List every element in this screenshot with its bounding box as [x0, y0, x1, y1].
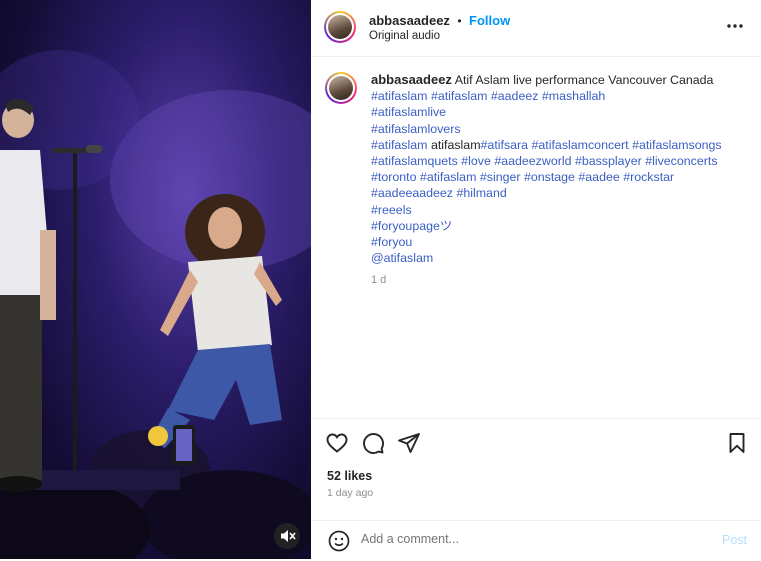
hashtag-list: #atifaslam #atifaslam #aadeez #mashallah…: [371, 88, 741, 266]
caption-line: #atifaslamlive: [371, 104, 741, 120]
hashtag-link[interactable]: #reeels: [371, 203, 412, 217]
emoji-button[interactable]: [327, 529, 351, 553]
audio-label[interactable]: Original audio: [369, 30, 440, 42]
hashtag-link[interactable]: @atifaslam: [371, 251, 433, 265]
caption-line: #foryoupageツ: [371, 218, 741, 234]
hashtag-link[interactable]: #atifaslamconcert: [532, 138, 629, 152]
hashtag-link[interactable]: #aadeeaadeez: [371, 186, 453, 200]
caption-word: atifaslam: [430, 137, 481, 152]
hashtag-link[interactable]: #singer: [480, 170, 521, 184]
post-video[interactable]: [0, 0, 311, 559]
post-header: abbasaadeez • Follow Original audio: [311, 0, 761, 57]
caption-line: #reeels: [371, 202, 741, 218]
mute-button[interactable]: [274, 523, 300, 549]
caption-line: #atifaslam atifaslam#atifsara #atifaslam…: [371, 137, 741, 153]
caption-line: #toronto #atifaslam #singer #onstage #aa…: [371, 169, 741, 185]
share-button[interactable]: [397, 431, 421, 455]
post-panel: abbasaadeez • Follow Original audio abba…: [311, 0, 761, 559]
hashtag-link[interactable]: #foryou: [371, 235, 412, 249]
heart-icon: [326, 433, 348, 453]
hashtag-link[interactable]: #atifaslam: [371, 138, 427, 152]
hashtag-link[interactable]: #atifaslamlive: [371, 105, 446, 119]
separator-dot: •: [457, 14, 462, 28]
like-button[interactable]: [325, 431, 349, 455]
hashtag-link[interactable]: #foryoupageツ: [371, 219, 452, 233]
mute-icon: [281, 530, 296, 542]
caption-line: #atifaslam #atifaslam #aadeez #mashallah: [371, 88, 741, 104]
comment-input[interactable]: [361, 532, 661, 546]
caption-avatar[interactable]: [325, 72, 357, 104]
bookmark-icon: [729, 433, 745, 453]
caption-time[interactable]: 1 d: [371, 272, 741, 288]
more-options-icon: [727, 24, 743, 28]
likes-count[interactable]: 52 likes: [327, 469, 372, 483]
author-username[interactable]: abbasaadeez: [369, 13, 450, 28]
share-icon: [398, 433, 420, 453]
post-actions: 52 likes 1 day ago Post: [311, 418, 761, 560]
comment-bar: Post: [311, 520, 761, 561]
caption-line: #atifaslamquets #love #aadeezworld #bass…: [371, 153, 741, 169]
hashtag-link[interactable]: #atifaslam: [371, 89, 427, 103]
caption-text: abbasaadeez Atif Aslam live performance …: [371, 72, 741, 289]
hashtag-link[interactable]: #atifsara: [481, 138, 529, 152]
caption-line: #aadeeaadeez #hilmand: [371, 185, 741, 201]
post-comment-button[interactable]: Post: [722, 533, 747, 547]
hashtag-link[interactable]: #love: [461, 154, 491, 168]
caption-body: Atif Aslam live performance Vancouver Ca…: [454, 73, 714, 87]
caption-line: #foryou: [371, 234, 741, 250]
follow-button[interactable]: Follow: [469, 13, 510, 28]
more-options-button[interactable]: [725, 16, 745, 36]
avatar[interactable]: [324, 11, 356, 43]
hashtag-link[interactable]: #aadeez: [491, 89, 539, 103]
emoji-icon: [328, 530, 350, 552]
hashtag-link[interactable]: #atifaslamquets: [371, 154, 458, 168]
caption-username[interactable]: abbasaadeez: [371, 72, 452, 87]
hashtag-link[interactable]: #onstage: [524, 170, 575, 184]
hashtag-link[interactable]: #hilmand: [456, 186, 506, 200]
comment-button[interactable]: [361, 431, 385, 455]
hashtag-link[interactable]: #atifaslamlovers: [371, 122, 461, 136]
post-age[interactable]: 1 day ago: [327, 487, 373, 499]
caption: abbasaadeez Atif Aslam live performance …: [325, 72, 745, 412]
hashtag-link[interactable]: #aadeezworld: [494, 154, 571, 168]
caption-line: #atifaslamlovers: [371, 121, 741, 137]
hashtag-link[interactable]: #atifaslam: [420, 170, 476, 184]
hashtag-link[interactable]: #atifaslam: [431, 89, 487, 103]
hashtag-link[interactable]: #liveconcerts: [645, 154, 717, 168]
hashtag-link[interactable]: #aadee: [578, 170, 619, 184]
caption-line: @atifaslam: [371, 250, 741, 266]
hashtag-link[interactable]: #rockstar: [623, 170, 674, 184]
hashtag-link[interactable]: #mashallah: [542, 89, 605, 103]
comment-icon: [363, 433, 384, 454]
concert-scene: [0, 50, 311, 559]
hashtag-link[interactable]: #toronto: [371, 170, 416, 184]
hashtag-link[interactable]: #atifaslamsongs: [632, 138, 722, 152]
hashtag-link[interactable]: #bassplayer: [575, 154, 642, 168]
save-button[interactable]: [725, 431, 749, 455]
